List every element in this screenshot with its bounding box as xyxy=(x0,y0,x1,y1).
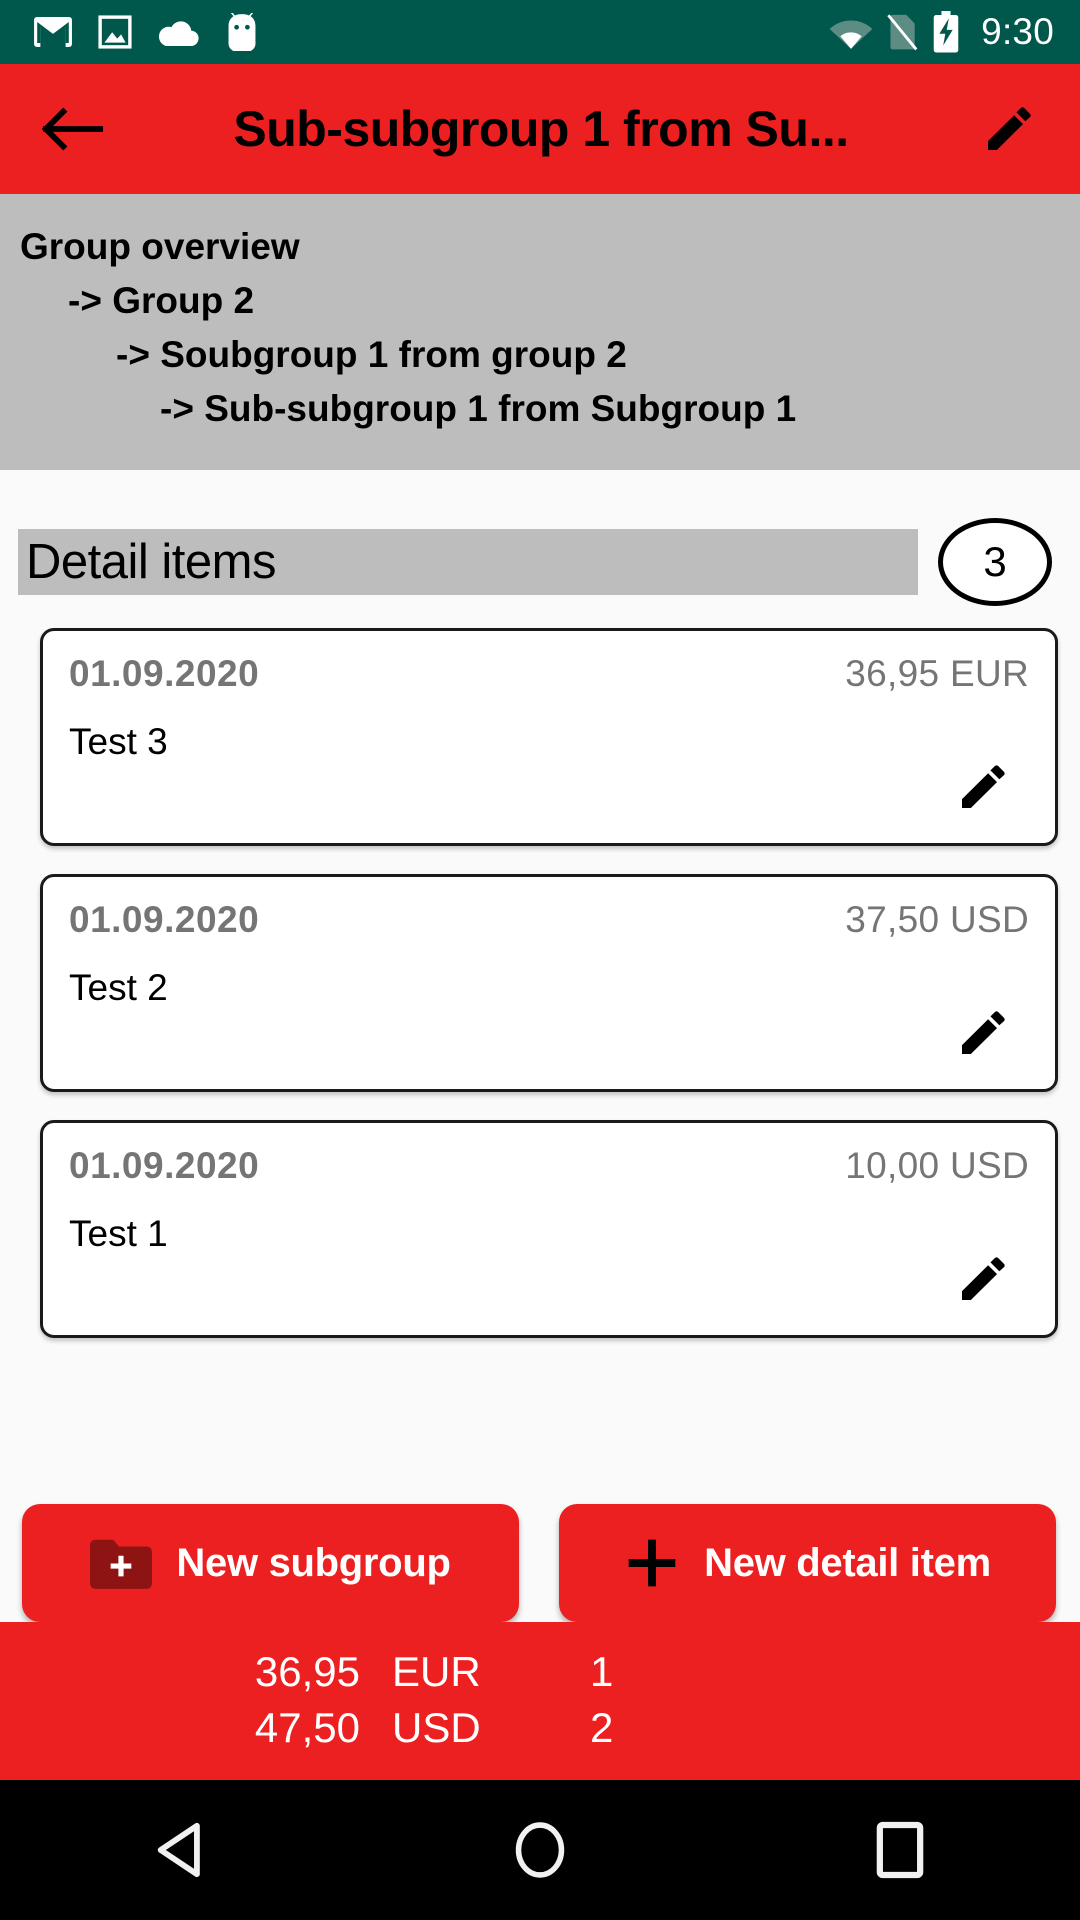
cloud-icon xyxy=(158,18,200,47)
item-amount: 10,00 USD xyxy=(845,1145,1029,1186)
status-bar-notification-icons xyxy=(34,12,258,53)
detail-items-count-badge: 3 xyxy=(938,518,1052,606)
wifi-icon xyxy=(829,15,873,49)
no-sim-icon xyxy=(885,13,919,51)
summary-currency: EUR xyxy=(392,1648,481,1695)
breadcrumb-item-3[interactable]: -> Sub-subgroup 1 from Subgroup 1 xyxy=(0,382,1080,436)
pencil-icon[interactable] xyxy=(955,759,1011,815)
new-subgroup-button[interactable]: New subgroup xyxy=(22,1504,519,1622)
breadcrumb-item-1[interactable]: -> Group 2 xyxy=(0,274,1080,328)
pencil-icon[interactable] xyxy=(955,1005,1011,1061)
item-title: Test 3 xyxy=(69,721,168,762)
section-title: Detail items xyxy=(26,535,276,589)
status-bar-system-icons: 9:30 xyxy=(829,11,1054,53)
back-arrow-icon[interactable] xyxy=(38,94,108,164)
detail-items-header: Detail items 3 xyxy=(0,470,1080,606)
app-screen: 9:30 Sub-subgroup 1 from Su... Group ove… xyxy=(0,0,1080,1920)
new-subgroup-label: New subgroup xyxy=(176,1540,451,1585)
table-row[interactable]: 01.09.2020 37,50 USD Test 2 xyxy=(40,874,1058,1092)
summary-currency: USD xyxy=(392,1704,481,1751)
android-head-icon xyxy=(226,12,258,53)
app-bar: Sub-subgroup 1 from Su... xyxy=(0,64,1080,194)
detail-items-list[interactable]: 01.09.2020 36,95 EUR Test 3 01.09.2020 3… xyxy=(0,606,1080,1498)
summary-row: 36,95 EUR 1 xyxy=(0,1644,1080,1700)
battery-charging-icon xyxy=(931,11,961,53)
new-detail-item-label: New detail item xyxy=(704,1540,991,1585)
summary-amount: 47,50 xyxy=(254,1704,360,1751)
action-buttons: New subgroup New detail item xyxy=(0,1504,1080,1622)
gallery-icon xyxy=(98,15,132,49)
nav-back-icon[interactable] xyxy=(100,1800,260,1900)
page-title: Sub-subgroup 1 from Su... xyxy=(233,101,849,157)
status-bar-clock: 9:30 xyxy=(981,11,1054,52)
new-detail-item-button[interactable]: New detail item xyxy=(559,1504,1056,1622)
breadcrumb: Group overview -> Group 2 -> Soubgroup 1… xyxy=(0,194,1080,470)
pencil-icon[interactable] xyxy=(974,94,1044,164)
summary-footer: 36,95 EUR 1 47,50 USD 2 xyxy=(0,1622,1080,1780)
breadcrumb-item-2[interactable]: -> Soubgroup 1 from group 2 xyxy=(0,328,1080,382)
pencil-icon[interactable] xyxy=(955,1251,1011,1307)
item-date: 01.09.2020 xyxy=(69,899,260,940)
android-nav-bar xyxy=(0,1780,1080,1920)
plus-icon xyxy=(624,1535,680,1591)
summary-amount: 36,95 xyxy=(254,1648,360,1695)
nav-home-icon[interactable] xyxy=(460,1800,620,1900)
item-title: Test 2 xyxy=(69,967,168,1008)
table-row[interactable]: 01.09.2020 10,00 USD Test 1 xyxy=(40,1120,1058,1338)
item-date: 01.09.2020 xyxy=(69,1145,260,1186)
folder-plus-icon xyxy=(90,1537,153,1589)
main-content: Detail items 3 01.09.2020 36,95 EUR Test… xyxy=(0,470,1080,1622)
card-header-row: 01.09.2020 36,95 EUR xyxy=(69,653,1029,695)
card-header-row: 01.09.2020 37,50 USD xyxy=(69,899,1029,941)
summary-count: 1 xyxy=(590,1648,614,1695)
card-header-row: 01.09.2020 10,00 USD xyxy=(69,1145,1029,1187)
section-title-bar: Detail items xyxy=(18,529,918,595)
table-row[interactable]: 01.09.2020 36,95 EUR Test 3 xyxy=(40,628,1058,846)
item-title: Test 1 xyxy=(69,1213,168,1254)
count-badge-value: 3 xyxy=(983,538,1007,585)
item-amount: 36,95 EUR xyxy=(845,653,1029,694)
nav-recents-icon[interactable] xyxy=(820,1800,980,1900)
summary-row: 47,50 USD 2 xyxy=(0,1700,1080,1756)
status-bar: 9:30 xyxy=(0,0,1080,64)
summary-count: 2 xyxy=(590,1704,614,1751)
item-amount: 37,50 USD xyxy=(845,899,1029,940)
gmail-icon xyxy=(34,17,72,47)
item-date: 01.09.2020 xyxy=(69,653,260,694)
breadcrumb-item-0[interactable]: Group overview xyxy=(0,220,1080,274)
